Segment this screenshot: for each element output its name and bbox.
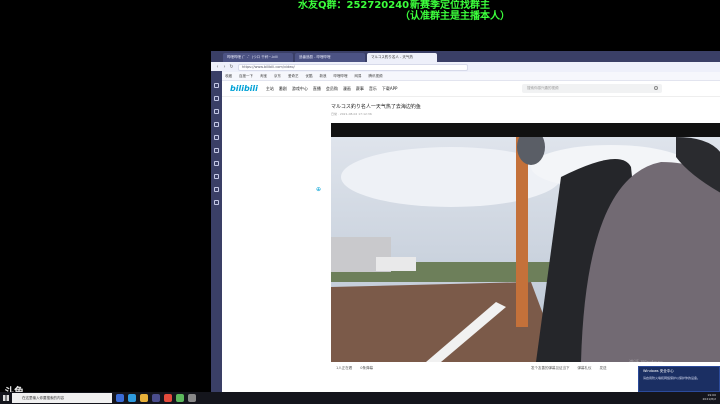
search-icon[interactable] bbox=[654, 86, 658, 90]
download-icon[interactable] bbox=[214, 109, 219, 114]
site-nav-item[interactable]: 音乐 bbox=[369, 86, 377, 92]
settings-icon[interactable] bbox=[214, 187, 219, 192]
bookmark-item[interactable]: 收藏 bbox=[225, 74, 232, 79]
site-nav-item[interactable]: 游戏中心 bbox=[292, 86, 308, 92]
file-explorer-icon[interactable] bbox=[140, 394, 148, 402]
bookmark-item[interactable]: 新浪 bbox=[320, 74, 327, 79]
video-player[interactable] bbox=[331, 123, 720, 362]
web-page: bilibili 主站 番剧 游戏中心 直播 会员购 漫画 赛事 音乐 下载AP… bbox=[222, 81, 720, 392]
site-nav-item[interactable]: 下载APP bbox=[382, 86, 398, 92]
site-logo[interactable]: bilibili bbox=[230, 84, 258, 93]
forward-icon[interactable]: › bbox=[221, 64, 228, 71]
overlay-qq-group: 水友Q群：252720240 bbox=[298, 0, 410, 11]
taskbar-search-input[interactable]: 在这里输入你要搜索的内容 bbox=[12, 393, 112, 403]
refresh-icon[interactable]: ↻ bbox=[228, 64, 235, 71]
bookmark-item[interactable]: 淘宝 bbox=[260, 74, 267, 79]
mail-icon[interactable] bbox=[214, 148, 219, 153]
video-frame bbox=[331, 137, 720, 362]
site-header: bilibili 主站 番剧 游戏中心 直播 会员购 漫画 赛事 音乐 下载AP… bbox=[222, 81, 720, 97]
search-input[interactable]: 搜索你感兴趣的视频 bbox=[522, 84, 662, 93]
share-icon[interactable]: ⊕ bbox=[316, 187, 322, 193]
video-meta: 日常 · 2021-08-02 17:12:36 bbox=[331, 112, 372, 116]
edge-browser-icon[interactable] bbox=[128, 394, 136, 402]
phone-icon[interactable] bbox=[214, 174, 219, 179]
bookmarks-bar: 收藏 百度一下 淘宝 京东 爱奇艺 优酷 新浪 哔哩哔哩 网易 腾讯视频 bbox=[211, 72, 720, 81]
security-notification[interactable]: Windows 安全中心 请启用防火墙和网络保护以保护你的设备。 bbox=[638, 366, 720, 392]
danmaku-input[interactable]: 发个友善的弹幕见证当下 bbox=[531, 366, 570, 371]
viewer-count: 1人正在看 bbox=[336, 366, 353, 370]
site-nav-item[interactable]: 赛事 bbox=[356, 86, 364, 92]
taskbar: 在这里输入你要搜索的内容 19:00 2021/8/2 bbox=[0, 392, 720, 404]
system-clock[interactable]: 19:00 2021/8/2 bbox=[703, 393, 716, 401]
bookmark-item[interactable]: 优酷 bbox=[306, 74, 313, 79]
apps-icon[interactable] bbox=[214, 200, 219, 205]
screen: 水友Q群：252720240 新赛季定位找群主 （认准群主是主播本人） 哔哩哔哩… bbox=[0, 0, 720, 404]
overlay-line3: （认准群主是主播本人） bbox=[400, 11, 510, 22]
browser-window: 哔哩哔哩 (゜-゜)つロ 干杯~-bili 追番追剧 - 哔哩哔哩 マルコス釣り… bbox=[211, 51, 720, 392]
bookmark-item[interactable]: 腾讯视频 bbox=[369, 74, 383, 79]
browser-tab-1[interactable]: 哔哩哔哩 (゜-゜)つロ 干杯~-bili bbox=[223, 53, 293, 62]
bookmark-item[interactable]: 网易 bbox=[355, 74, 362, 79]
site-nav-item[interactable]: 会员购 bbox=[326, 86, 338, 92]
bookmark-item[interactable]: 爱奇艺 bbox=[288, 74, 299, 79]
danmaku-etiquette-link[interactable]: 弹幕礼仪 bbox=[577, 366, 591, 371]
video-title: マルコス釣り名人一天气热了去海边钓鱼 bbox=[331, 104, 421, 110]
browser-tab-active[interactable]: マルコス釣り名人 - 天气热 bbox=[367, 53, 437, 62]
history-icon[interactable] bbox=[214, 96, 219, 101]
site-nav-item[interactable]: 直播 bbox=[313, 86, 321, 92]
send-button[interactable]: 发送 bbox=[599, 366, 606, 371]
tab-bar: 哔哩哔哩 (゜-゜)つロ 干杯~-bili 追番追剧 - 哔哩哔哩 マルコス釣り… bbox=[211, 51, 720, 62]
nav-bar: ‹ › ↻ https://www.bilibili.com/video/ bbox=[211, 62, 720, 72]
activation-watermark: 激活 Windows bbox=[629, 360, 663, 366]
app-icon[interactable] bbox=[164, 394, 172, 402]
address-bar[interactable]: https://www.bilibili.com/video/ bbox=[238, 63, 468, 71]
app-icon[interactable] bbox=[188, 394, 196, 402]
app-icon[interactable] bbox=[176, 394, 184, 402]
notification-body: 请启用防火墙和网络保护以保护你的设备。 bbox=[643, 376, 701, 380]
site-nav-item[interactable]: 漫画 bbox=[343, 86, 351, 92]
overlay-line2: 新赛季定位找群主 bbox=[410, 0, 490, 11]
bookmark-item[interactable]: 京东 bbox=[274, 74, 281, 79]
search-icon[interactable] bbox=[214, 135, 219, 140]
site-nav-item[interactable]: 主站 bbox=[266, 86, 274, 92]
notes-icon[interactable] bbox=[214, 122, 219, 127]
bookmark-item[interactable]: 百度一下 bbox=[239, 74, 253, 79]
bookmark-item[interactable]: 哔哩哔哩 bbox=[334, 74, 348, 79]
notification-title: Windows 安全中心 bbox=[643, 369, 674, 373]
browser-tab-2[interactable]: 追番追剧 - 哔哩哔哩 bbox=[295, 53, 365, 62]
browser-app-icon[interactable] bbox=[152, 394, 160, 402]
danmaku-count: 0条弹幕 bbox=[360, 366, 373, 370]
star-icon[interactable] bbox=[214, 83, 219, 88]
site-nav-item[interactable]: 番剧 bbox=[279, 86, 287, 92]
chat-icon[interactable] bbox=[214, 161, 219, 166]
back-icon[interactable]: ‹ bbox=[214, 64, 221, 71]
windows-start-icon[interactable] bbox=[0, 392, 12, 404]
clock-date: 2021/8/2 bbox=[702, 397, 716, 401]
task-view-icon[interactable] bbox=[116, 394, 124, 402]
browser-sidebar bbox=[211, 71, 222, 392]
